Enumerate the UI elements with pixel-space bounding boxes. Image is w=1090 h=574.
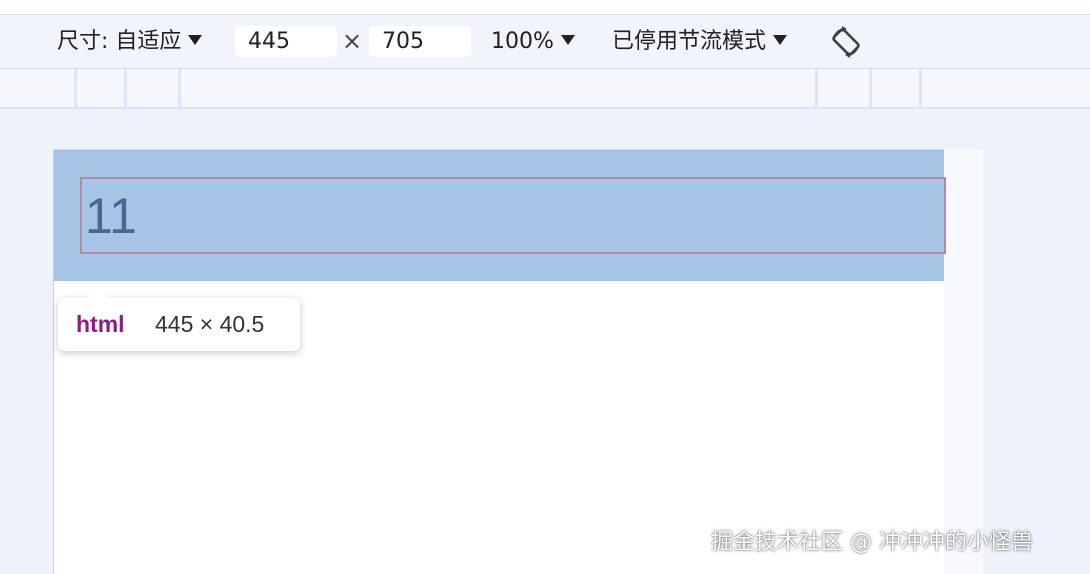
times-separator: × — [342, 27, 363, 55]
rotate-icon[interactable] — [828, 24, 864, 60]
throttling-label: 已停用节流模式 — [612, 29, 767, 54]
inspect-tooltip: html 445 × 40.5 — [58, 288, 300, 351]
watermark: 掘金技术社区 @ 冲冲冲的小怪兽 — [711, 530, 1033, 555]
caret-down-icon — [188, 35, 203, 45]
media-query-marker[interactable] — [815, 69, 818, 107]
zoom-dropdown[interactable]: 100% — [491, 15, 575, 68]
top-strip — [0, 0, 1090, 15]
media-query-marker[interactable] — [869, 69, 872, 107]
device-toolbar: 尺寸: 自适应 445 × 705 100% 已停用节流模式 — [0, 15, 1090, 69]
page-text-input[interactable]: 11 — [80, 177, 946, 254]
media-query-marker[interactable] — [124, 69, 127, 107]
width-input[interactable]: 445 — [235, 26, 337, 57]
caret-down-icon — [560, 35, 575, 45]
tooltip-arrow — [88, 288, 108, 298]
media-query-marker[interactable] — [178, 69, 181, 107]
input-value: 11 — [85, 188, 137, 244]
tooltip-tag-name: html — [76, 311, 125, 337]
dimensions-dropdown[interactable]: 尺寸: 自适应 — [57, 15, 203, 68]
height-input[interactable]: 705 — [369, 26, 471, 57]
media-query-marker[interactable] — [74, 69, 77, 107]
caret-down-icon — [773, 35, 788, 45]
zoom-label: 100% — [491, 29, 554, 54]
tooltip-element-size: 445 × 40.5 — [155, 311, 265, 337]
media-query-bar — [0, 69, 1090, 109]
dimensions-label: 尺寸: 自适应 — [57, 29, 182, 54]
devtools-device-mode: 尺寸: 自适应 445 × 705 100% 已停用节流模式 11 html 4… — [0, 0, 1090, 574]
throttling-dropdown[interactable]: 已停用节流模式 — [612, 15, 788, 68]
media-query-marker[interactable] — [919, 69, 922, 107]
